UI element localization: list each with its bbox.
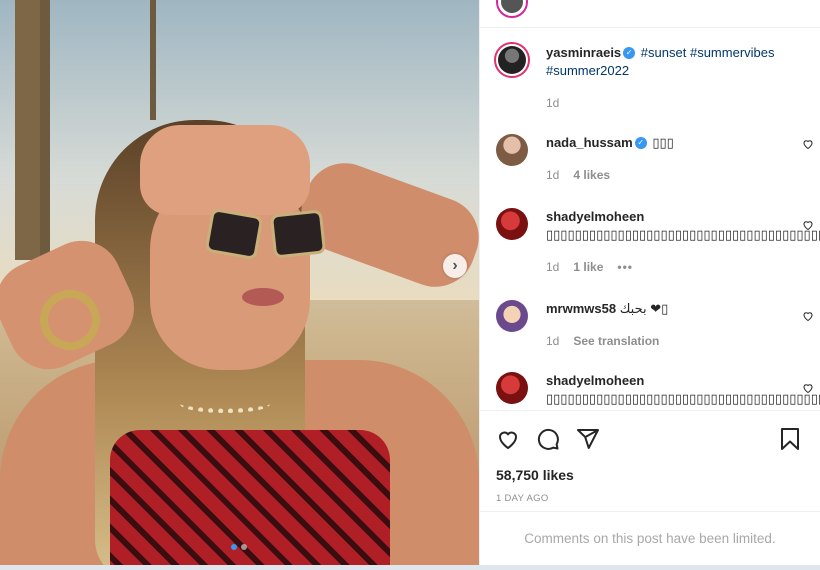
see-translation-link[interactable]: See translation bbox=[573, 334, 659, 348]
comment-username[interactable]: shadyelmoheen bbox=[546, 373, 644, 388]
comment-username[interactable]: nada_hussam bbox=[546, 135, 633, 150]
photo-necklace bbox=[180, 395, 270, 413]
caption-meta: 1d bbox=[546, 96, 559, 110]
comment-time[interactable]: 1d bbox=[546, 260, 559, 274]
caption-time[interactable]: 1d bbox=[546, 96, 559, 110]
comment-body: ▯▯▯ bbox=[652, 135, 674, 150]
carousel-dot-active bbox=[231, 544, 237, 550]
comment-text: shadyelmoheen ▯▯▯▯▯▯▯▯▯▯▯▯▯▯▯▯▯▯▯▯▯▯▯▯▯▯… bbox=[546, 208, 820, 244]
avatar[interactable] bbox=[494, 42, 530, 78]
post-photo[interactable] bbox=[0, 0, 479, 565]
carousel-dot bbox=[241, 544, 247, 550]
hashtag-link[interactable]: #summervibes bbox=[690, 45, 775, 60]
comment-meta: 1d 1 like ••• bbox=[546, 260, 633, 274]
heart-icon[interactable] bbox=[802, 138, 814, 150]
avatar[interactable] bbox=[496, 372, 528, 404]
post-side-panel: yasminraeis ✓ #sunset #summervibes #summe… bbox=[479, 0, 820, 565]
comment-body: ▯▯▯▯▯▯▯▯▯▯▯▯▯▯▯▯▯▯▯▯▯▯▯▯▯▯▯▯▯▯▯▯▯▯▯▯▯▯▯▯… bbox=[546, 391, 820, 406]
more-options-icon[interactable]: ••• bbox=[617, 260, 633, 274]
chevron-right-icon: › bbox=[452, 257, 458, 274]
comment-username[interactable]: shadyelmoheen bbox=[546, 209, 644, 224]
photo-post bbox=[15, 0, 43, 260]
comment-meta: 1d 4 likes bbox=[546, 168, 610, 182]
carousel-indicator bbox=[231, 544, 247, 550]
comment-text: nada_hussam ✓ ▯▯▯ bbox=[546, 134, 778, 152]
verified-icon: ✓ bbox=[623, 46, 636, 59]
post-time[interactable]: 1 DAY AGO bbox=[496, 493, 549, 504]
comment-username[interactable]: mrwmws58 bbox=[546, 301, 616, 316]
bookmark-icon[interactable] bbox=[778, 427, 802, 451]
likes-count[interactable]: 58,750 likes bbox=[496, 467, 574, 483]
post-actions: 58,750 likes 1 DAY AGO Comments on this … bbox=[480, 410, 820, 546]
photo-sunglasses bbox=[204, 207, 327, 261]
comment-body: ▯▯▯▯▯▯▯▯▯▯▯▯▯▯▯▯▯▯▯▯▯▯▯▯▯▯▯▯▯▯▯▯▯▯▯▯▯▯▯▯… bbox=[546, 227, 820, 242]
caption-text: yasminraeis ✓ #sunset #summervibes #summe… bbox=[546, 44, 778, 80]
avatar[interactable] bbox=[496, 134, 528, 166]
comment-text: mrwmws58 بحبك ❤▯ bbox=[546, 300, 778, 318]
carousel-next-button[interactable]: › bbox=[443, 254, 467, 278]
comment-likes[interactable]: 1 like bbox=[573, 260, 603, 274]
header-avatar[interactable] bbox=[496, 0, 528, 18]
avatar[interactable] bbox=[496, 300, 528, 332]
taskbar-strip bbox=[0, 565, 820, 570]
comment-time[interactable]: 1d bbox=[546, 168, 559, 182]
comment-text: shadyelmoheen ▯▯▯▯▯▯▯▯▯▯▯▯▯▯▯▯▯▯▯▯▯▯▯▯▯▯… bbox=[546, 372, 820, 408]
hashtag-link[interactable]: #sunset bbox=[641, 45, 687, 60]
comment-time[interactable]: 1d bbox=[546, 334, 559, 348]
post-header bbox=[480, 0, 820, 28]
comment-likes[interactable]: 4 likes bbox=[573, 168, 610, 182]
comment-icon[interactable] bbox=[536, 427, 560, 451]
comment-meta: 1d See translation bbox=[546, 334, 659, 348]
photo-hands bbox=[140, 125, 310, 215]
hashtag-link[interactable]: #summer2022 bbox=[546, 63, 629, 78]
avatar[interactable] bbox=[496, 208, 528, 240]
photo-lips bbox=[242, 288, 284, 306]
comments-limited-notice: Comments on this post have been limited. bbox=[480, 511, 820, 565]
photo-swimsuit bbox=[110, 430, 390, 565]
comment-body: بحبك ❤▯ bbox=[619, 301, 669, 316]
share-icon[interactable] bbox=[576, 427, 600, 451]
action-bar bbox=[496, 427, 806, 451]
photo-post bbox=[150, 0, 156, 120]
verified-icon: ✓ bbox=[634, 136, 647, 149]
heart-icon[interactable] bbox=[802, 219, 814, 231]
heart-icon[interactable] bbox=[802, 382, 814, 394]
comments-list[interactable]: yasminraeis ✓ #sunset #summervibes #summe… bbox=[480, 28, 820, 410]
caption-username[interactable]: yasminraeis bbox=[546, 45, 621, 60]
heart-icon[interactable] bbox=[802, 310, 814, 322]
heart-icon[interactable] bbox=[496, 427, 520, 451]
